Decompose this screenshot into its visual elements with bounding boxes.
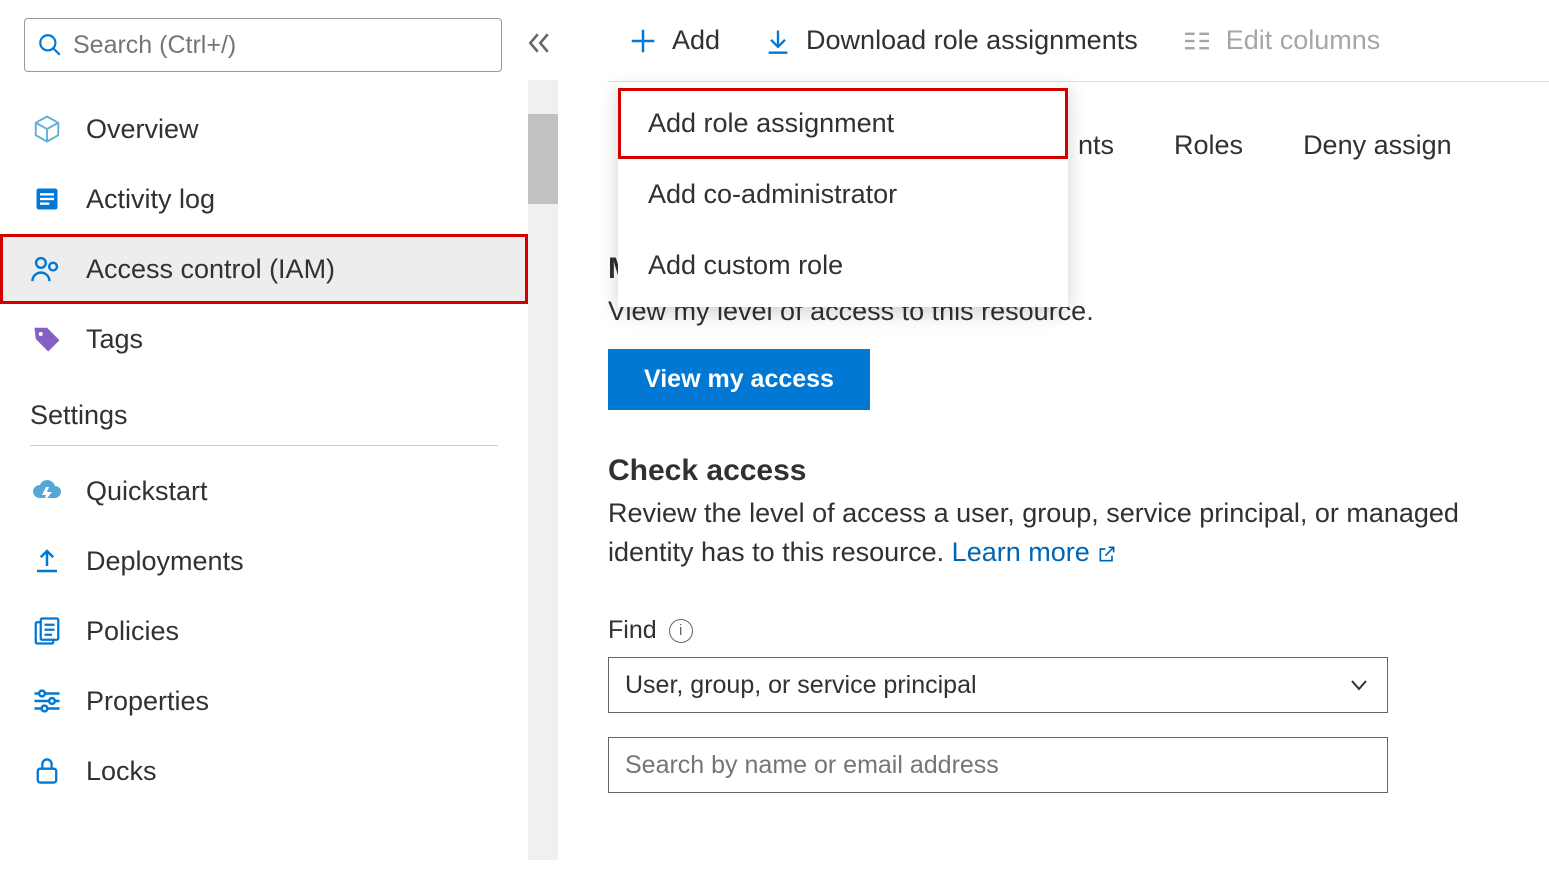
sidebar-search[interactable] [24, 18, 502, 72]
sidebar-item-quickstart[interactable]: Quickstart [0, 456, 528, 526]
sidebar-item-label: Access control (IAM) [86, 254, 335, 285]
main-area: Add Download role assignments Edit colum… [608, 0, 1549, 894]
download-icon [764, 26, 792, 56]
learn-more-link[interactable]: Learn more [952, 537, 1118, 567]
collapse-sidebar-button[interactable] [524, 28, 558, 62]
sidebar-item-activity-log[interactable]: Activity log [0, 164, 528, 234]
upload-icon [30, 544, 64, 578]
sidebar-item-label: Properties [86, 686, 209, 717]
toolbar: Add Download role assignments Edit colum… [608, 0, 1549, 82]
add-dropdown: Add role assignment Add co-administrator… [618, 82, 1068, 307]
tab-deny-assignments[interactable]: Deny assign [1303, 130, 1452, 161]
sidebar-item-deployments[interactable]: Deployments [0, 526, 528, 596]
check-access-description: Review the level of access a user, group… [608, 494, 1508, 572]
people-icon [30, 252, 64, 286]
sidebar-item-label: Activity log [86, 184, 215, 215]
sidebar-nav: Overview Activity log Access control [0, 94, 528, 874]
tabs-partial: nts Roles Deny assign [1078, 130, 1452, 161]
sidebar-item-locks[interactable]: Locks [0, 736, 528, 806]
external-link-icon [1097, 537, 1117, 567]
sidebar-item-properties[interactable]: Properties [0, 666, 528, 736]
sidebar-item-policies[interactable]: Policies [0, 596, 528, 666]
sliders-icon [30, 684, 64, 718]
sidebar-item-label: Policies [86, 616, 179, 647]
sidebar-item-label: Locks [86, 756, 157, 787]
cube-icon [30, 112, 64, 146]
sidebar-item-access-control[interactable]: Access control (IAM) [0, 234, 528, 304]
chevron-down-icon [1347, 673, 1371, 697]
check-access-heading: Check access [608, 454, 1508, 488]
tab-roles[interactable]: Roles [1174, 130, 1243, 161]
plus-icon [628, 26, 658, 56]
lock-icon [30, 754, 64, 788]
find-type-select[interactable]: User, group, or service principal [608, 657, 1388, 713]
content-area: M View my level of access to this resour… [608, 254, 1508, 793]
find-select-value: User, group, or service principal [625, 671, 977, 700]
dropdown-item-add-role-assignment[interactable]: Add role assignment [618, 88, 1068, 159]
sidebar-item-tags[interactable]: Tags [0, 304, 528, 374]
dropdown-item-add-co-administrator[interactable]: Add co-administrator [618, 159, 1068, 230]
sidebar-item-label: Overview [86, 114, 199, 145]
toolbar-label: Edit columns [1226, 25, 1381, 56]
find-label: Find [608, 616, 657, 645]
sidebar: Overview Activity log Access control [0, 0, 560, 894]
download-role-assignments-button[interactable]: Download role assignments [764, 25, 1138, 56]
sidebar-scrollbar-thumb[interactable] [528, 114, 558, 204]
edit-columns-button[interactable]: Edit columns [1182, 25, 1381, 56]
info-icon[interactable]: i [669, 619, 693, 643]
policies-icon [30, 614, 64, 648]
columns-icon [1182, 29, 1212, 53]
add-button[interactable]: Add [628, 25, 720, 56]
sidebar-item-label: Tags [86, 324, 143, 355]
toolbar-label: Add [672, 25, 720, 56]
cloud-bolt-icon [30, 474, 64, 508]
find-label-row: Find i [608, 616, 1508, 645]
log-icon [30, 182, 64, 216]
tab-partial-nts[interactable]: nts [1078, 130, 1114, 161]
sidebar-search-input[interactable] [73, 31, 489, 60]
sidebar-section-settings: Settings [30, 390, 498, 446]
dropdown-item-add-custom-role[interactable]: Add custom role [618, 230, 1068, 301]
sidebar-item-overview[interactable]: Overview [0, 94, 528, 164]
find-search-wrapper[interactable] [608, 737, 1388, 793]
search-icon [37, 32, 63, 58]
find-search-input[interactable] [625, 751, 1371, 780]
view-my-access-button[interactable]: View my access [608, 349, 870, 410]
tag-icon [30, 322, 64, 356]
toolbar-label: Download role assignments [806, 25, 1138, 56]
sidebar-item-label: Quickstart [86, 476, 208, 507]
sidebar-item-label: Deployments [86, 546, 244, 577]
